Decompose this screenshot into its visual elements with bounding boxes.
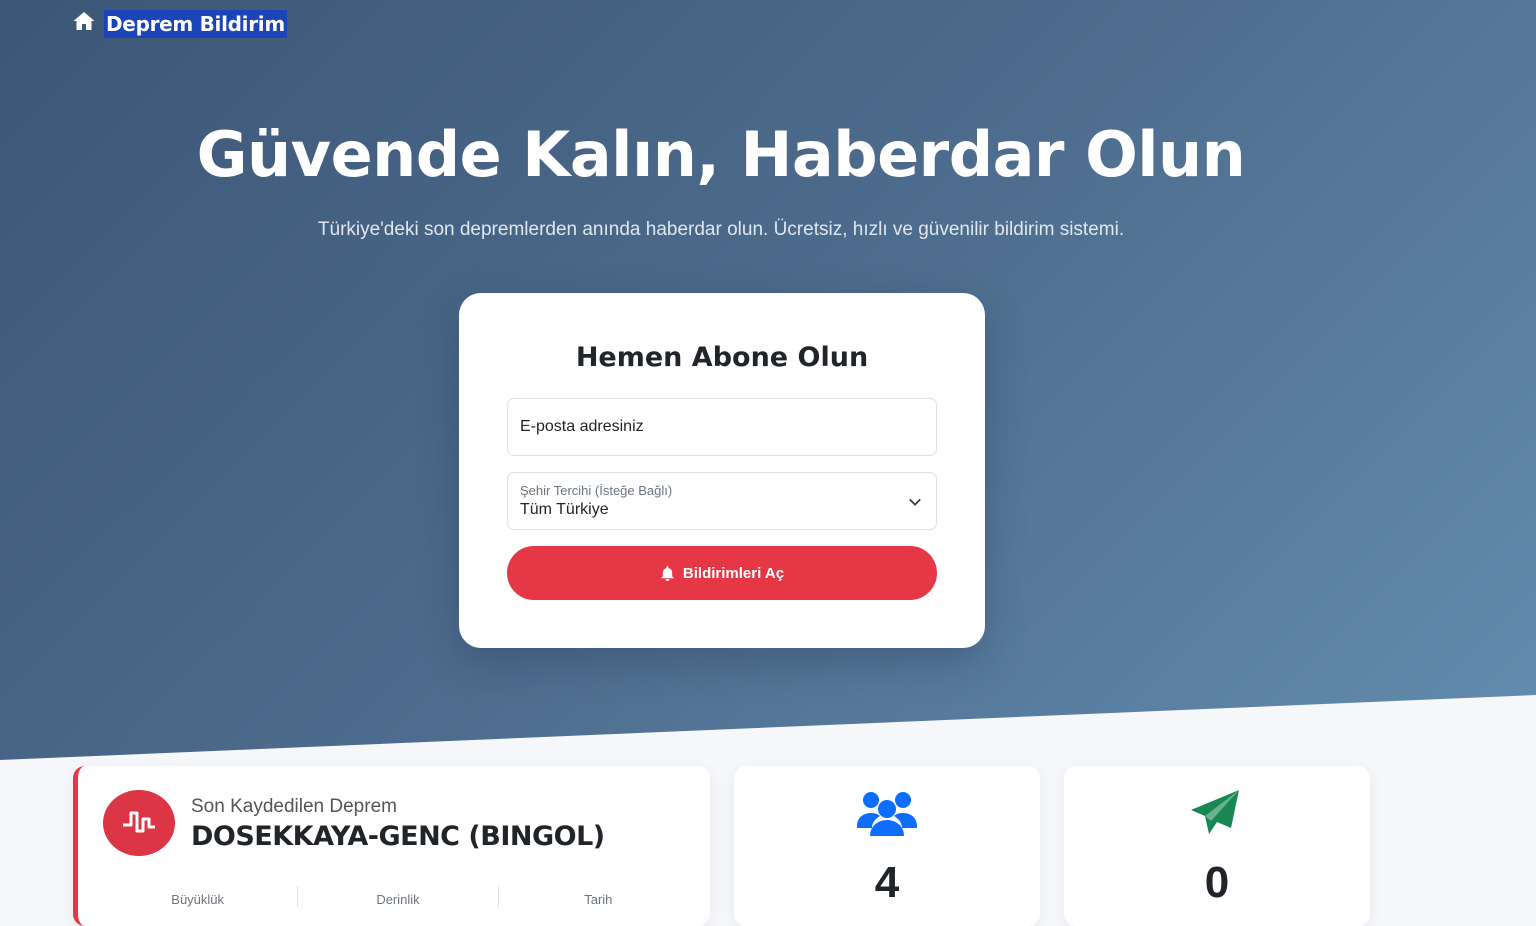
- hero-subtitle: Türkiye'deki son depremlerden anında hab…: [317, 219, 1125, 240]
- enable-notifications-button[interactable]: Bildirimleri Aç: [507, 546, 937, 600]
- subscribe-card: Hemen Abone Olun Şehir Tercihi (İsteğe B…: [459, 293, 985, 648]
- sent-count: 0: [1204, 858, 1230, 907]
- seismic-wave-icon: [103, 790, 175, 856]
- hero-title: Güvende Kalın, Haberdar Olun: [196, 118, 1246, 191]
- subscribers-card: 4: [734, 766, 1040, 926]
- latest-earthquake-card: Son Kaydedilen Deprem DOSEKKAYA-GENC (BI…: [73, 766, 710, 926]
- home-icon[interactable]: [72, 9, 96, 38]
- bell-icon: [661, 565, 674, 581]
- paper-plane-icon: [1191, 790, 1239, 834]
- users-icon: [857, 792, 917, 836]
- enable-notifications-label: Bildirimleri Aç: [682, 564, 785, 582]
- city-select-value: Tüm Türkiye: [520, 501, 609, 518]
- brand-link[interactable]: Deprem Bildirim: [104, 9, 287, 38]
- latest-earthquake-location: DOSEKKAYA-GENC (BINGOL): [191, 821, 605, 852]
- city-select-label: Şehir Tercihi (İsteğe Bağlı): [520, 483, 673, 498]
- subscribe-title: Hemen Abone Olun: [575, 342, 869, 373]
- date-label: Tarih: [497, 886, 698, 907]
- city-select[interactable]: Şehir Tercihi (İsteğe Bağlı) Tüm Türkiye: [507, 472, 937, 530]
- latest-earthquake-label: Son Kaydedilen Deprem: [191, 796, 397, 817]
- earthquake-stats: Büyüklük Derinlik Tarih: [98, 886, 698, 907]
- subscribers-count: 4: [874, 858, 900, 907]
- depth-label: Derinlik: [297, 886, 497, 907]
- navbar: Deprem Bildirim: [72, 9, 287, 38]
- chevron-down-icon: [909, 498, 921, 506]
- email-input[interactable]: [507, 398, 937, 456]
- sent-card: 0: [1064, 766, 1370, 926]
- magnitude-label: Büyüklük: [171, 892, 225, 907]
